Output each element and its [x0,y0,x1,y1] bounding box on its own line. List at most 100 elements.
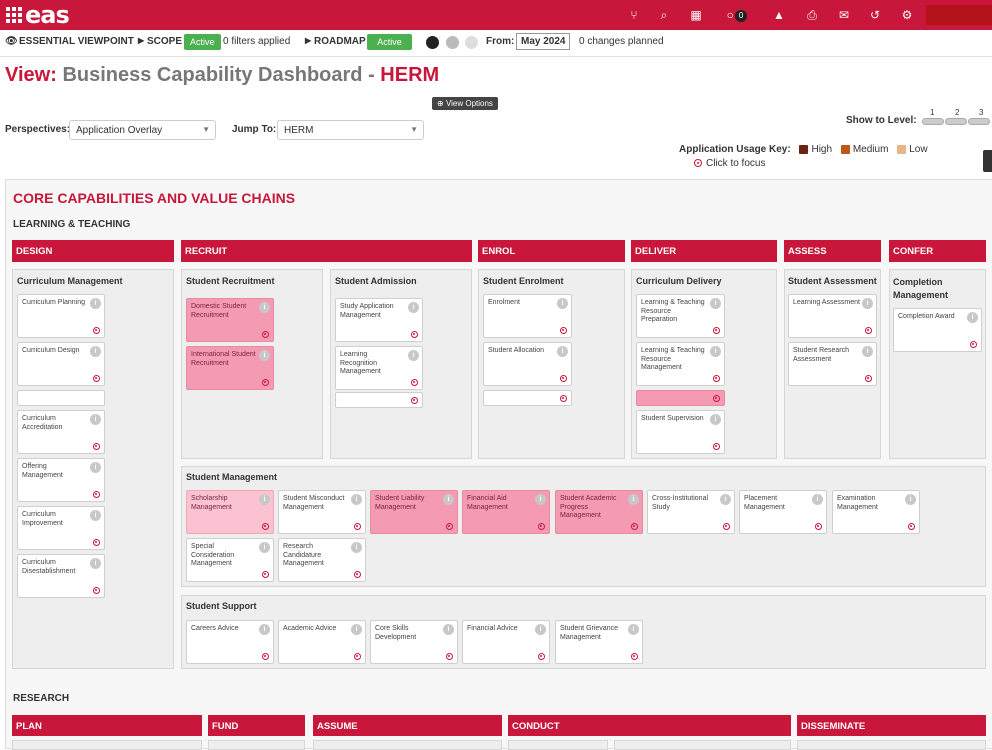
capability-card[interactable]: Student Supervision i [636,410,725,454]
focus-icon[interactable] [970,341,977,348]
capability-card[interactable]: Examination Management i [832,490,920,534]
play-icon[interactable] [426,36,439,49]
focus-icon[interactable] [93,375,100,382]
scope-status-badge[interactable]: Active [184,34,221,50]
info-icon[interactable]: i [862,346,873,357]
table-icon[interactable]: ▦ [688,7,704,23]
capability-card[interactable]: Student Research Assessment i [788,342,877,386]
info-icon[interactable]: i [535,624,546,635]
capability-card[interactable]: Curriculum Planning i [17,294,105,338]
info-icon[interactable]: i [90,414,101,425]
user-menu[interactable] [926,5,992,25]
capability-card[interactable]: Core Skills Development i [370,620,458,664]
info-icon[interactable]: i [90,510,101,521]
capability-card[interactable]: Learning & Teaching Resource Preparation… [636,294,725,338]
capability-card[interactable]: Curriculum Accreditation i [17,410,105,454]
info-icon[interactable]: i [710,346,721,357]
value-chain-conduct[interactable]: CONDUCT [508,715,791,736]
focus-icon[interactable] [93,443,100,450]
viewpoint-label[interactable]: ESSENTIAL VIEWPOINT [19,36,134,47]
focus-icon[interactable] [560,375,567,382]
info-icon[interactable]: i [628,624,639,635]
info-icon[interactable]: i [351,494,362,505]
level-2-toggle[interactable] [945,118,967,125]
focus-icon[interactable] [538,653,545,660]
focus-icon[interactable] [713,327,720,334]
level-3-toggle[interactable] [968,118,990,125]
capability-card-empty[interactable] [636,390,725,406]
value-chain-fund[interactable]: FUND [208,715,305,736]
focus-icon[interactable] [560,395,567,402]
info-icon[interactable]: i [351,624,362,635]
info-icon[interactable]: i [557,298,568,309]
perspectives-select[interactable]: Application Overlay ▼ [69,120,216,140]
capability-card[interactable]: Placement Management i [739,490,827,534]
info-icon[interactable]: i [259,302,270,313]
focus-icon[interactable] [354,523,361,530]
focus-icon[interactable] [262,379,269,386]
focus-icon[interactable] [631,523,638,530]
capability-card[interactable]: Financial Advice i [462,620,550,664]
info-icon[interactable]: i [259,350,270,361]
focus-icon[interactable] [713,395,720,402]
history-icon[interactable]: ↺ [867,7,883,23]
value-chain-recruit[interactable]: RECRUIT [181,240,472,262]
info-icon[interactable]: i [710,414,721,425]
info-icon[interactable]: i [259,542,270,553]
focus-icon[interactable] [713,375,720,382]
app-logo[interactable]: eas [6,3,70,27]
focus-icon[interactable] [93,587,100,594]
info-icon[interactable]: i [90,298,101,309]
info-icon[interactable]: i [967,312,978,323]
value-chain-deliver[interactable]: DELIVER [631,240,777,262]
focus-icon[interactable] [411,379,418,386]
focus-icon[interactable] [723,523,730,530]
focus-icon[interactable] [411,397,418,404]
capability-card[interactable]: Learning Recognition Management i [335,346,423,390]
comments-icon[interactable]: ○ 0 [721,7,753,23]
info-icon[interactable]: i [557,346,568,357]
capability-card[interactable]: International Student Recruitment i [186,346,274,390]
info-icon[interactable]: i [408,350,419,361]
capability-card[interactable]: Special Consideration Management i [186,538,274,582]
capability-card[interactable]: Research Candidature Management i [278,538,366,582]
value-chain-design[interactable]: DESIGN [12,240,174,262]
capability-card[interactable]: Enrolment i [483,294,572,338]
search-icon[interactable]: ⌕ [656,7,672,23]
level-1-toggle[interactable] [922,118,944,125]
jump-to-select[interactable]: HERM ▼ [277,120,424,140]
capability-card[interactable]: Curriculum Disestablishment i [17,554,105,598]
capability-card-empty[interactable] [17,390,105,406]
print-icon[interactable]: ⎙ [804,7,820,23]
capability-card[interactable]: Study Application Management i [335,298,423,342]
focus-icon[interactable] [865,375,872,382]
capability-card[interactable]: Scholarship Management i [186,490,274,534]
info-icon[interactable]: i [443,624,454,635]
value-chain-disseminate[interactable]: DISSEMINATE [797,715,986,736]
info-icon[interactable]: i [351,542,362,553]
focus-icon[interactable] [411,331,418,338]
info-icon[interactable]: i [443,494,454,505]
capability-card[interactable]: Curriculum Improvement i [17,506,105,550]
capability-card-empty[interactable] [483,390,572,406]
share-icon[interactable]: ⑂ [626,7,642,23]
focus-icon[interactable] [865,327,872,334]
info-icon[interactable]: i [90,346,101,357]
capability-card[interactable]: Student Academic Progress Management i [555,490,643,534]
value-chain-plan[interactable]: PLAN [12,715,202,736]
roadmap-label[interactable]: ROADMAP [314,36,366,47]
value-chain-assume[interactable]: ASSUME [313,715,502,736]
info-icon[interactable]: i [90,462,101,473]
focus-icon[interactable] [93,491,100,498]
info-icon[interactable]: i [862,298,873,309]
focus-icon[interactable] [262,653,269,660]
info-icon[interactable]: i [408,302,419,313]
from-date-input[interactable]: May 2024 [516,33,571,50]
focus-icon[interactable] [713,443,720,450]
capability-card[interactable]: Domestic Student Recruitment i [186,298,274,342]
info-icon[interactable]: i [628,494,639,505]
focus-icon[interactable] [446,523,453,530]
roadmap-status-badge[interactable]: Active [367,34,412,50]
capability-card[interactable]: Student Misconduct Management i [278,490,366,534]
focus-icon[interactable] [354,571,361,578]
